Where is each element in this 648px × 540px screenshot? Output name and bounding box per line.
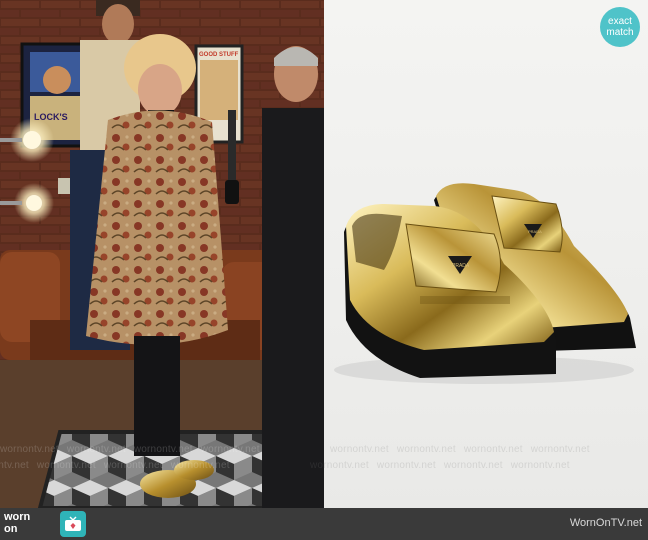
- poster-right-text: GOOD STUFF: [199, 52, 239, 58]
- exact-match-badge: exact match: [600, 7, 640, 47]
- wornontv-logo[interactable]: worn on: [4, 511, 88, 537]
- watermark-row-3: wornontv.net wornontv.net wornontv.net worn…: [330, 444, 590, 455]
- site-name[interactable]: WornOnTV.net: [570, 517, 642, 529]
- tv-icon: [60, 511, 86, 537]
- product-photo: PRADA PRADA: [324, 0, 648, 508]
- logo-word-on: on: [4, 523, 18, 535]
- scene-still-photo: LOCK'S GOOD STUFF: [0, 0, 324, 508]
- badge-line-1: exact: [608, 16, 632, 27]
- badge-line-2: match: [606, 27, 634, 38]
- logo-text: worn on: [4, 512, 30, 535]
- watermark-row-2: wornontv.networnontv.networnontv.networn…: [0, 460, 230, 471]
- logo-word-worn: worn: [4, 511, 31, 523]
- svg-text:PRADA: PRADA: [452, 263, 470, 269]
- watermark-row-4: wornontv.net wornontv.net wornontv.net worn…: [310, 460, 570, 471]
- gold-loafers-illustration: PRADA PRADA: [334, 183, 636, 384]
- svg-text:PRADA: PRADA: [528, 229, 542, 234]
- outfit-comparison-image: LOCK'S GOOD STUFF PRADA PRADA exact matc…: [0, 0, 648, 540]
- scene-illustration: LOCK'S GOOD STUFF: [0, 0, 324, 508]
- footer-bar: worn on WornOnTV.net: [0, 508, 648, 540]
- watermark-row-1: wornontv.net wornontv.net wornontv.net worn…: [0, 444, 260, 455]
